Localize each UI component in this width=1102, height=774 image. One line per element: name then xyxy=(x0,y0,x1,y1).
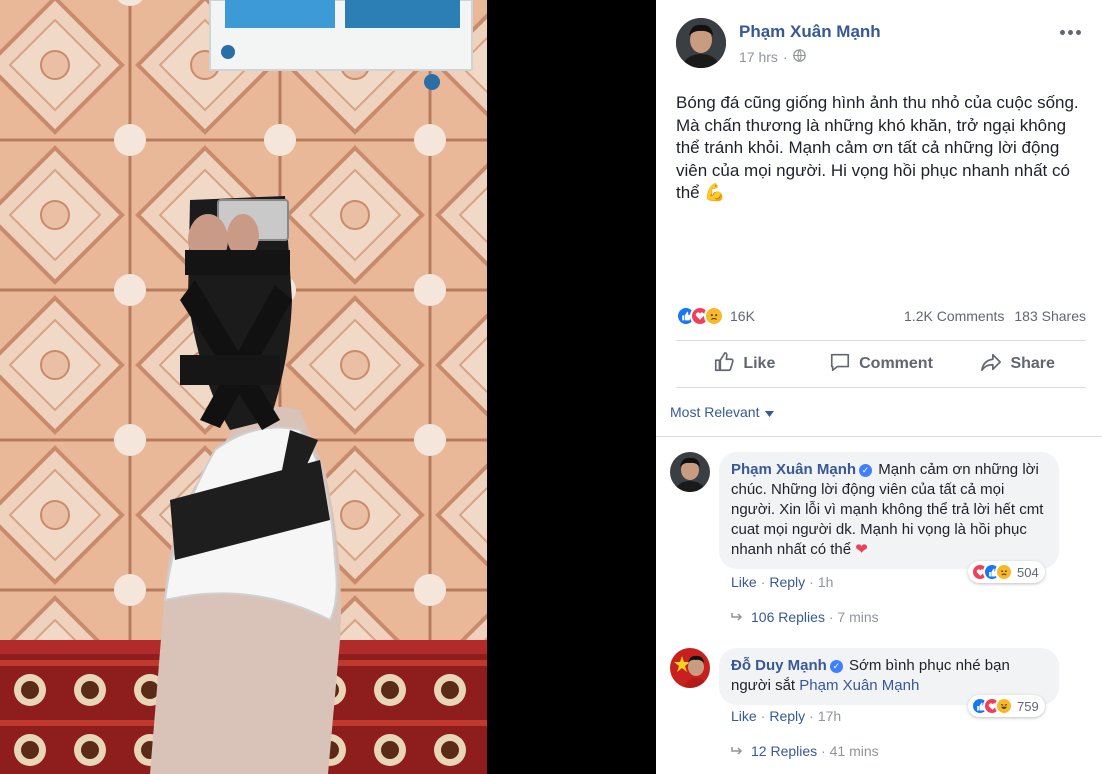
replies-count-link[interactable]: 12 Replies xyxy=(751,743,817,759)
comment-actions: Like · Reply · 1h xyxy=(731,574,834,590)
post-author-name[interactable]: Phạm Xuân Mạnh xyxy=(739,22,881,42)
post-message: Bóng đá cũng giống hình ảnh thu nhỏ của … xyxy=(676,93,1079,202)
sad-reaction-icon xyxy=(704,306,724,326)
post-time[interactable]: 17 hrs xyxy=(739,49,778,65)
comment-reaction-count: 504 xyxy=(1017,564,1039,580)
reply-arrow-icon xyxy=(731,609,743,625)
meta-separator: · xyxy=(782,49,788,65)
verified-badge-icon: ✓ xyxy=(859,464,873,477)
comment-like-link[interactable]: Like xyxy=(731,574,757,590)
replies-count-link[interactable]: 106 Replies xyxy=(751,609,825,625)
section-divider xyxy=(656,436,1102,437)
reaction-count[interactable]: 16K xyxy=(730,308,755,324)
like-button[interactable]: Like xyxy=(676,341,813,387)
caret-down-icon xyxy=(765,404,775,420)
reaction-icons[interactable] xyxy=(676,306,724,326)
speech-bubble-icon xyxy=(829,351,851,378)
comments-count[interactable]: 1.2K Comments xyxy=(904,308,1004,324)
post-side-panel: Phạm Xuân Mạnh 17 hrs · Bóng đá cũng giố… xyxy=(656,0,1102,774)
view-replies[interactable]: 106 Replies · 7 mins xyxy=(731,609,879,625)
shares-count[interactable]: 183 Shares xyxy=(1014,308,1086,324)
commenter-name[interactable]: Đỗ Duy Mạnh xyxy=(731,657,827,674)
post-meta: 17 hrs · xyxy=(739,49,806,65)
comment-reply-link[interactable]: Reply xyxy=(769,708,805,724)
sad-reaction-icon xyxy=(995,563,1013,581)
post-action-bar: Like Comment Share xyxy=(676,340,1086,388)
comment-actions: Like · Reply · 17h xyxy=(731,708,842,724)
post-header: Phạm Xuân Mạnh 17 hrs · xyxy=(676,18,1096,70)
sort-label: Most Relevant xyxy=(670,404,760,420)
commenter-avatar[interactable] xyxy=(670,452,710,492)
comment-bubble: Phạm Xuân Mạnh ✓ Mạnh cảm ơn những lời ch… xyxy=(719,452,1059,569)
comment-reactions[interactable]: 759 xyxy=(968,695,1045,717)
commenter-avatar[interactable] xyxy=(670,648,710,688)
engagement-counts: 1.2K Comments 183 Shares xyxy=(904,308,1086,324)
view-replies[interactable]: 12 Replies · 41 mins xyxy=(731,743,879,759)
mention-link[interactable]: Phạm Xuân Mạnh xyxy=(799,677,919,694)
comment-like-link[interactable]: Like xyxy=(731,708,757,724)
comment-reactions[interactable]: 504 xyxy=(968,561,1045,583)
comment-time[interactable]: 1h xyxy=(818,574,834,590)
injured-foot-photo xyxy=(0,0,487,774)
comment-button-label: Comment xyxy=(859,355,933,372)
share-button-label: Share xyxy=(1010,355,1055,372)
photo-viewer xyxy=(0,0,656,774)
comment-reaction-count: 759 xyxy=(1017,698,1039,714)
commenter-name[interactable]: Phạm Xuân Mạnh xyxy=(731,461,856,478)
replies-time: 41 mins xyxy=(829,743,879,759)
share-button[interactable]: Share xyxy=(949,341,1086,387)
more-options-icon[interactable] xyxy=(1060,24,1084,40)
comment-sort-dropdown[interactable]: Most Relevant xyxy=(670,404,775,420)
comment-button[interactable]: Comment xyxy=(813,341,950,387)
haha-reaction-icon xyxy=(995,697,1013,715)
verified-badge-icon: ✓ xyxy=(829,660,843,673)
post-photo[interactable] xyxy=(0,0,487,774)
like-button-label: Like xyxy=(743,355,776,372)
share-arrow-icon xyxy=(980,351,1002,378)
comment-time[interactable]: 17h xyxy=(818,708,841,724)
replies-time: 7 mins xyxy=(837,609,879,625)
author-avatar[interactable] xyxy=(676,18,726,68)
thumbs-up-icon xyxy=(713,351,735,378)
reactions-summary: 16K 1.2K Comments 183 Shares xyxy=(676,303,1086,329)
heart-emoji: ❤ xyxy=(855,541,868,558)
globe-icon[interactable] xyxy=(792,49,806,65)
reply-arrow-icon xyxy=(731,743,743,759)
comment-reply-link[interactable]: Reply xyxy=(769,574,805,590)
